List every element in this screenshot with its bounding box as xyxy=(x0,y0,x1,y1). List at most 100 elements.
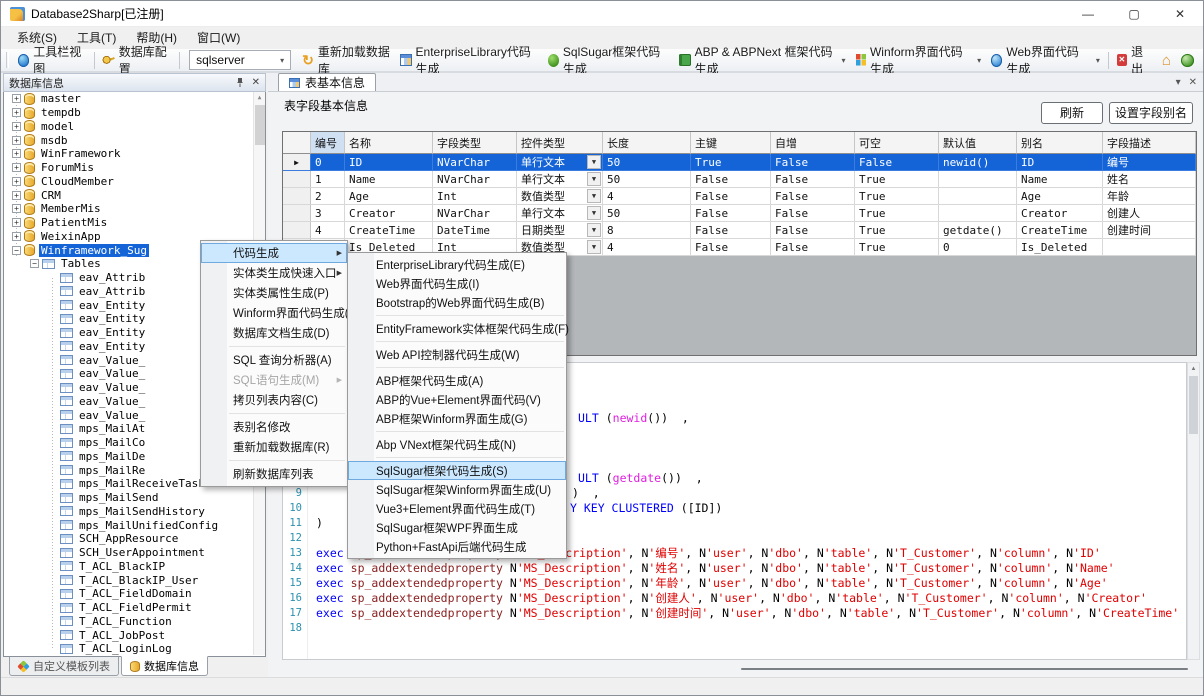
grid-cell[interactable]: True xyxy=(855,205,939,222)
sqlsugar-gen-button[interactable]: SqlSugar框架代码生成 xyxy=(543,50,675,71)
grid-column-header[interactable]: 控件类型 xyxy=(517,132,603,154)
grid-cell[interactable]: 姓名 xyxy=(1103,171,1196,188)
menu-item[interactable]: Web API控制器代码生成(W) xyxy=(348,345,566,364)
grid-cell[interactable]: 单行文本▼ xyxy=(517,171,603,188)
close-button[interactable]: ✕ xyxy=(1157,1,1203,27)
tree-item[interactable]: SCH_UserAppointment xyxy=(4,546,265,560)
grid-cell[interactable]: 单行文本▼ xyxy=(517,205,603,222)
grid-cell[interactable]: ID xyxy=(345,154,433,171)
grid-cell[interactable]: NVarChar xyxy=(433,205,517,222)
grid-cell[interactable]: NVarChar xyxy=(433,171,517,188)
menu-item[interactable]: EnterpriseLibrary代码生成(E) xyxy=(348,255,566,274)
grid-cell[interactable] xyxy=(1103,239,1196,256)
menu-item[interactable]: 刷新数据库列表 xyxy=(201,464,347,484)
set-field-alias-button[interactable]: 设置字段别名 xyxy=(1109,102,1193,124)
grid-cell[interactable]: False xyxy=(771,154,855,171)
tree-expander[interactable]: + xyxy=(12,163,21,172)
pin-icon[interactable] xyxy=(235,77,245,88)
row-selector[interactable] xyxy=(283,188,311,205)
menu-item[interactable]: 代码生成▶ xyxy=(201,243,347,263)
abp-gen-button[interactable]: ABP & ABPNext 框架代码生成 ▾ xyxy=(674,50,850,71)
tree-expander[interactable]: + xyxy=(12,149,21,158)
tab-list-icon[interactable]: ▾ xyxy=(1176,77,1181,88)
reload-db-button[interactable]: ↻ 重新加载数据库 xyxy=(297,50,395,71)
tree-expander[interactable]: + xyxy=(12,204,21,213)
grid-cell[interactable]: 0 xyxy=(311,154,345,171)
grid-cell[interactable]: 创建时间 xyxy=(1103,222,1196,239)
grid-column-header[interactable]: 别名 xyxy=(1017,132,1103,154)
tree-item[interactable]: +CRM xyxy=(4,188,265,202)
row-selector[interactable] xyxy=(283,222,311,239)
tree-item[interactable]: +model xyxy=(4,120,265,134)
grid-cell[interactable]: Age xyxy=(345,188,433,205)
tree-item[interactable]: T_ACL_FieldPermit xyxy=(4,601,265,615)
grid-cell[interactable]: True xyxy=(855,239,939,256)
scrollbar-thumb[interactable] xyxy=(1189,376,1198,434)
tree-expander[interactable]: + xyxy=(12,177,21,186)
grid-cell[interactable] xyxy=(939,205,1017,222)
grid-cell[interactable]: 创建人 xyxy=(1103,205,1196,222)
grid-column-header[interactable]: 字段类型 xyxy=(433,132,517,154)
grid-cell[interactable]: 4 xyxy=(311,222,345,239)
tree-item[interactable]: +ForumMis xyxy=(4,161,265,175)
tab-table-basic-info[interactable]: 表基本信息 xyxy=(278,73,376,91)
grid-cell[interactable]: 单行文本▼ xyxy=(517,154,603,171)
grid-column-header[interactable]: 字段描述 xyxy=(1103,132,1196,154)
grid-cell[interactable]: 编号 xyxy=(1103,154,1196,171)
menu-item[interactable]: 实体类属性生成(P) xyxy=(201,283,347,303)
status-orb-button[interactable] xyxy=(1176,50,1199,71)
grid-cell[interactable]: False xyxy=(855,154,939,171)
tree-item[interactable]: +tempdb xyxy=(4,106,265,120)
grid-cell[interactable]: 数值类型▼ xyxy=(517,188,603,205)
grid-cell[interactable]: Int xyxy=(433,188,517,205)
grid-column-header[interactable]: 可空 xyxy=(855,132,939,154)
menu-item[interactable]: 表别名修改 xyxy=(201,417,347,437)
menu-item[interactable]: 实体类生成快速入口▶ xyxy=(201,263,347,283)
sql-vertical-scrollbar[interactable]: ▲ xyxy=(1187,362,1200,660)
grid-cell[interactable]: True xyxy=(855,171,939,188)
tree-item[interactable]: mps_MailSend xyxy=(4,491,265,505)
tree-expander[interactable]: + xyxy=(12,232,21,241)
grid-cell[interactable]: False xyxy=(691,205,771,222)
grid-column-header[interactable]: 长度 xyxy=(603,132,691,154)
grid-cell[interactable]: Creator xyxy=(1017,205,1103,222)
grid-cell[interactable]: 年龄 xyxy=(1103,188,1196,205)
grid-column-header[interactable]: 名称 xyxy=(345,132,433,154)
row-selector[interactable] xyxy=(283,205,311,222)
menu-item[interactable]: ABP框架代码生成(A) xyxy=(348,371,566,390)
exit-button[interactable]: ✕ 退出 xyxy=(1112,50,1157,71)
grid-cell[interactable]: 8 xyxy=(603,222,691,239)
grid-cell[interactable]: 4 xyxy=(603,188,691,205)
tab-close-icon[interactable]: ✕ xyxy=(1189,77,1197,88)
grid-cell[interactable] xyxy=(939,188,1017,205)
grid-cell[interactable]: 0 xyxy=(939,239,1017,256)
toolbar-view-button[interactable]: 工具栏视图 xyxy=(13,50,91,71)
tree-item[interactable]: +PatientMis xyxy=(4,216,265,230)
tree-item[interactable]: +MemberMis xyxy=(4,202,265,216)
grid-cell[interactable]: 50 xyxy=(603,171,691,188)
grid-cell[interactable] xyxy=(939,171,1017,188)
tree-item[interactable]: T_ACL_BlackIP_User xyxy=(4,573,265,587)
minimize-button[interactable]: — xyxy=(1065,1,1111,27)
grid-cell[interactable]: 4 xyxy=(603,239,691,256)
combo-dropdown-button[interactable]: ▼ xyxy=(587,155,601,169)
grid-cell[interactable]: DateTime xyxy=(433,222,517,239)
tree-item[interactable]: +msdb xyxy=(4,133,265,147)
tree-expander[interactable]: − xyxy=(12,246,21,255)
menu-item[interactable]: 数据库文档生成(D) xyxy=(201,323,347,343)
tree-item[interactable]: T_ACL_FieldDomain xyxy=(4,587,265,601)
refresh-button[interactable]: 刷新 xyxy=(1041,102,1103,124)
menu-item[interactable]: SQL 查询分析器(A) xyxy=(201,350,347,370)
menu-item[interactable]: ABP的Vue+Element界面代码(V) xyxy=(348,390,566,409)
maximize-button[interactable]: ▢ xyxy=(1111,1,1157,27)
grid-cell[interactable]: False xyxy=(771,239,855,256)
grid-cell[interactable]: newid() xyxy=(939,154,1017,171)
tree-expander[interactable]: + xyxy=(12,94,21,103)
grid-cell[interactable]: NVarChar xyxy=(433,154,517,171)
menu-item[interactable]: Bootstrap的Web界面代码生成(B) xyxy=(348,293,566,312)
grid-cell[interactable]: Name xyxy=(1017,171,1103,188)
combo-dropdown-button[interactable]: ▼ xyxy=(587,240,601,254)
grid-cell[interactable]: getdate() xyxy=(939,222,1017,239)
menu-item[interactable]: SqlSugar框架Winform界面生成(U) xyxy=(348,480,566,499)
tree-item[interactable]: T_ACL_BlackIP xyxy=(4,560,265,574)
